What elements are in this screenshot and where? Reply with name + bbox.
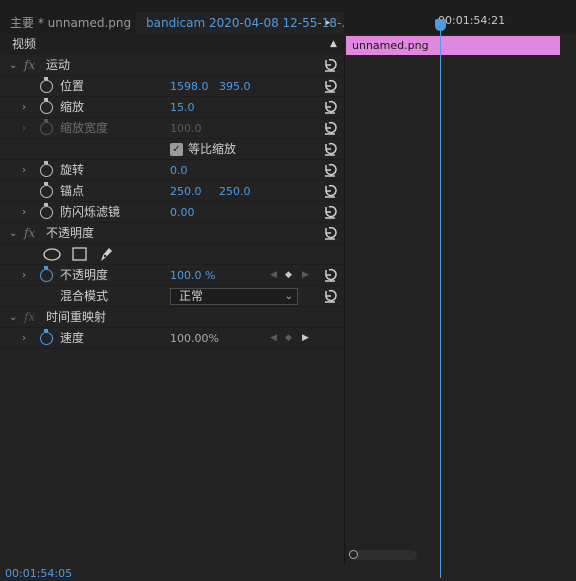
timeline-clip[interactable]: unnamed.png <box>346 36 560 55</box>
reset-icon[interactable] <box>323 163 337 177</box>
tab-arrow-icon[interactable]: ▸ <box>326 12 344 34</box>
fx-icon[interactable]: fx <box>24 223 35 244</box>
collapse-up-icon[interactable]: ▲ <box>330 34 337 55</box>
speed-row: › 速度 100.00% ◀ ◆ ▶ <box>0 328 345 349</box>
scroll-handle[interactable] <box>349 550 358 559</box>
reset-icon[interactable] <box>323 79 337 93</box>
stopwatch-icon[interactable] <box>40 182 53 198</box>
stopwatch-icon[interactable] <box>40 98 53 114</box>
stopwatch-icon[interactable] <box>40 77 53 93</box>
anchor-label: 锚点 <box>60 184 85 198</box>
scale-width-row: › 缩放宽度 100.0 <box>0 118 345 139</box>
scale-label: 缩放 <box>60 100 85 114</box>
uniform-scale-row: ✓ 等比缩放 <box>0 139 345 160</box>
reset-icon[interactable] <box>323 121 337 135</box>
anti-flicker-label: 防闪烁滤镜 <box>60 205 121 219</box>
blend-mode-select[interactable]: 正常 ⌄ <box>170 288 298 305</box>
time-remap-effect-row[interactable]: ⌄ fx 时间重映射 <box>0 307 345 328</box>
tab-source[interactable]: 主要 * unnamed.png <box>0 12 136 34</box>
stopwatch-icon[interactable] <box>40 329 53 345</box>
position-y-value[interactable]: 395.0 <box>219 76 251 97</box>
chevron-down-icon[interactable]: ⌄ <box>9 307 19 328</box>
rotation-label: 旋转 <box>60 163 85 177</box>
speed-label: 速度 <box>60 331 85 345</box>
stopwatch-icon[interactable] <box>40 266 53 282</box>
mask-tools-row <box>0 244 345 265</box>
anchor-x-value[interactable]: 250.0 <box>170 181 202 202</box>
time-remap-label: 时间重映射 <box>46 310 107 324</box>
blend-mode-value: 正常 <box>179 289 204 303</box>
scale-value[interactable]: 15.0 <box>170 97 195 118</box>
chevron-down-icon[interactable]: ⌄ <box>9 55 19 76</box>
speed-value[interactable]: 100.00% <box>170 328 219 349</box>
reset-icon[interactable] <box>323 268 337 282</box>
ellipse-mask-icon[interactable] <box>43 248 61 261</box>
stopwatch-icon[interactable] <box>40 161 53 177</box>
scale-row: › 缩放 15.0 <box>0 97 345 118</box>
reset-icon[interactable] <box>323 289 337 303</box>
opacity-label: 不透明度 <box>60 268 109 282</box>
zoom-scrollbar[interactable] <box>349 550 417 560</box>
reset-icon[interactable] <box>323 142 337 156</box>
playhead-line[interactable] <box>440 22 441 578</box>
reset-icon[interactable] <box>323 184 337 198</box>
stopwatch-icon <box>40 119 53 135</box>
anchor-row: 锚点 250.0 250.0 <box>0 181 345 202</box>
chevron-right-icon[interactable]: › <box>22 97 32 118</box>
scale-width-label: 缩放宽度 <box>60 121 109 135</box>
video-section-label: 视频 <box>12 37 37 51</box>
reset-icon[interactable] <box>323 205 337 219</box>
add-keyframe-icon[interactable]: ◆ <box>285 328 292 349</box>
prev-keyframe-icon[interactable]: ◀ <box>270 265 277 286</box>
stopwatch-icon[interactable] <box>40 203 53 219</box>
pen-mask-icon[interactable] <box>99 246 114 262</box>
uniform-scale-label: 等比缩放 <box>188 142 237 156</box>
add-keyframe-icon[interactable]: ◆ <box>285 265 292 286</box>
next-keyframe-icon[interactable]: ▶ <box>302 265 309 286</box>
anchor-y-value[interactable]: 250.0 <box>219 181 251 202</box>
chevron-right-icon[interactable]: › <box>22 265 32 286</box>
fx-icon[interactable]: fx <box>24 307 35 328</box>
next-keyframe-icon[interactable]: ▶ <box>302 328 309 349</box>
tab-sequence[interactable]: bandicam 2020-04-08 12-55-18-... <box>136 12 344 34</box>
fx-icon[interactable]: fx <box>24 55 35 76</box>
blend-mode-row: 混合模式 正常 ⌄ <box>0 286 345 307</box>
rotation-row: › 旋转 0.0 <box>0 160 345 181</box>
ruler-timecode: 00:01:54:21 <box>438 14 506 27</box>
prev-keyframe-icon[interactable]: ◀ <box>270 328 277 349</box>
position-x-value[interactable]: 1598.0 <box>170 76 209 97</box>
uniform-scale-checkbox[interactable]: ✓ <box>170 143 183 156</box>
chevron-down-icon[interactable]: ⌄ <box>9 223 19 244</box>
opacity-effect-label: 不透明度 <box>46 226 95 240</box>
anti-flicker-row: › 防闪烁滤镜 0.00 <box>0 202 345 223</box>
reset-icon[interactable] <box>323 100 337 114</box>
playhead-icon[interactable] <box>435 19 446 31</box>
motion-effect-row[interactable]: ⌄ fx 运动 <box>0 55 345 76</box>
video-section-header: 视频 ▲ <box>0 34 345 55</box>
position-row: 位置 1598.0 395.0 <box>0 76 345 97</box>
rectangle-mask-icon[interactable] <box>72 247 87 261</box>
chevron-right-icon[interactable]: › <box>22 118 32 139</box>
chevron-right-icon[interactable]: › <box>22 328 32 349</box>
mini-timeline: unnamed.png <box>346 34 576 564</box>
motion-label: 运动 <box>46 58 71 72</box>
reset-icon[interactable] <box>323 58 337 72</box>
opacity-effect-row[interactable]: ⌄ fx 不透明度 <box>0 223 345 244</box>
position-label: 位置 <box>60 79 85 93</box>
chevron-down-icon: ⌄ <box>284 291 293 302</box>
chevron-right-icon[interactable]: › <box>22 202 32 223</box>
effect-controls-panel: 视频 ▲ ⌄ fx 运动 位置 1598.0 395.0 › 缩放 15.0 ›… <box>0 34 345 564</box>
current-timecode[interactable]: 00:01:54:05 <box>5 567 72 580</box>
reset-icon[interactable] <box>323 226 337 240</box>
opacity-value[interactable]: 100.0 % <box>170 265 215 286</box>
blend-mode-label: 混合模式 <box>60 289 109 303</box>
scale-width-value: 100.0 <box>170 122 202 135</box>
anti-flicker-value[interactable]: 0.00 <box>170 202 195 223</box>
chevron-right-icon[interactable]: › <box>22 160 32 181</box>
rotation-value[interactable]: 0.0 <box>170 160 188 181</box>
opacity-row: › 不透明度 100.0 % ◀ ◆ ▶ <box>0 265 345 286</box>
